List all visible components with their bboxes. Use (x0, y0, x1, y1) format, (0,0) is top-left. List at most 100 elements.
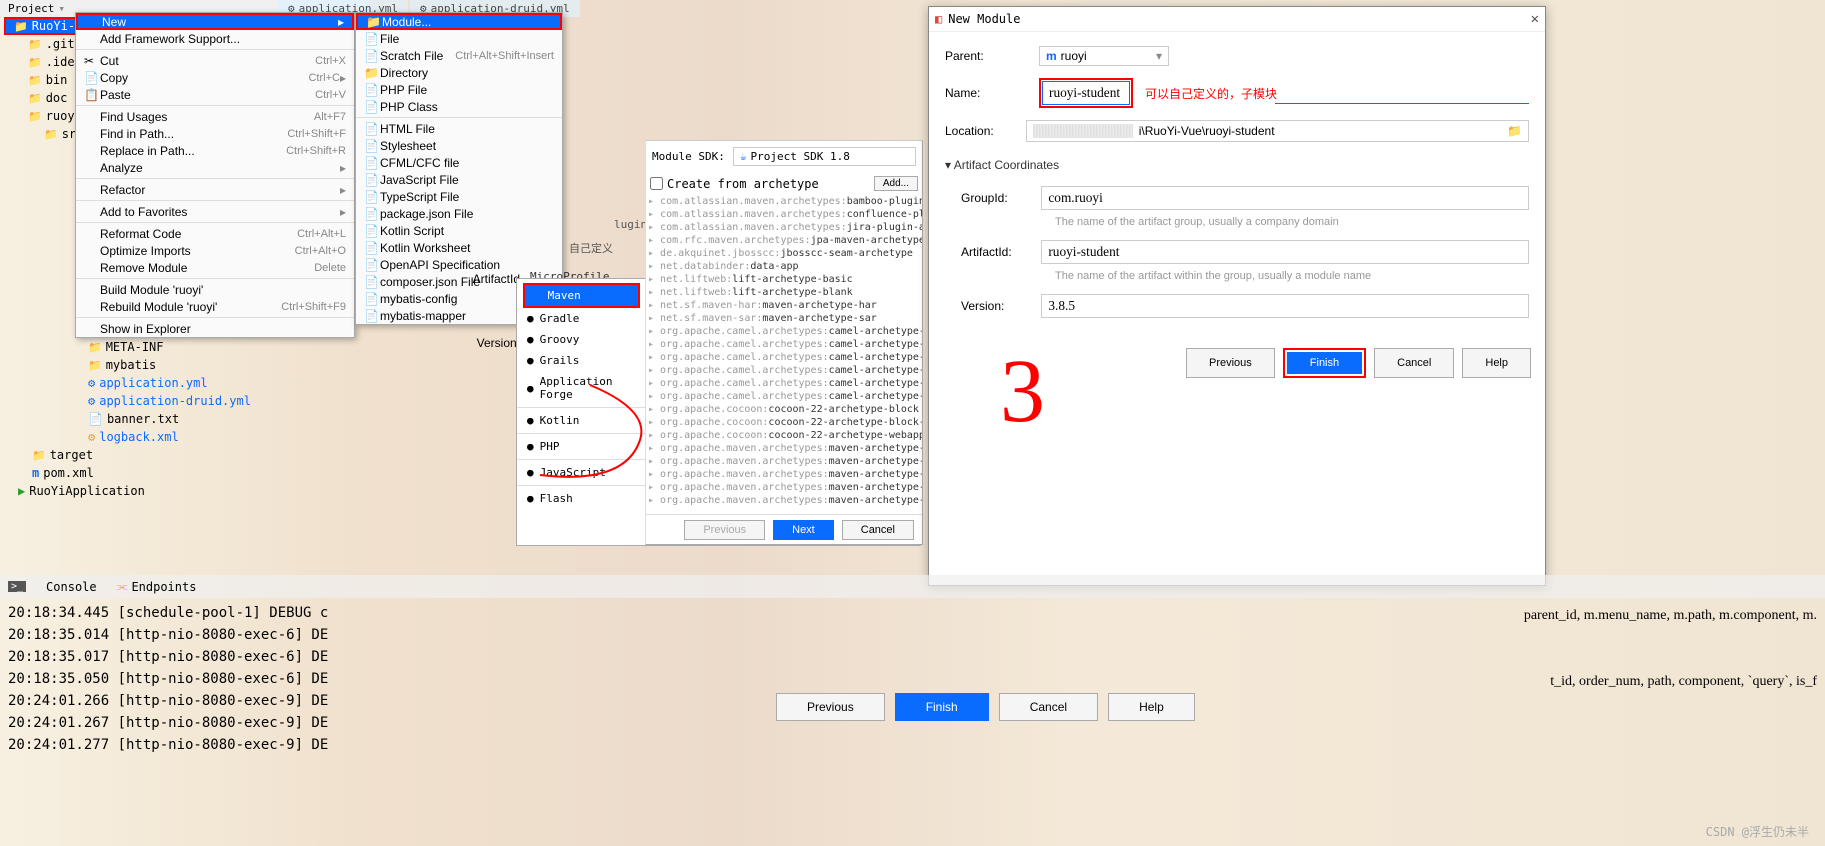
archetype-item[interactable]: ▸ org.apache.camel.archetypes:camel-arch… (646, 377, 922, 390)
version-input[interactable] (1041, 294, 1529, 318)
menu-item[interactable]: 📄File (356, 30, 562, 47)
archetype-list[interactable]: ▸ com.atlassian.maven.archetypes:bamboo-… (646, 195, 922, 507)
finish-button[interactable]: Finish (895, 693, 989, 721)
cancel-button[interactable]: Cancel (842, 520, 914, 540)
menu-item[interactable]: Add to Favorites▸ (76, 203, 354, 220)
add-archetype-button[interactable]: Add... (874, 176, 918, 191)
menu-item[interactable]: Add Framework Support... (76, 30, 354, 47)
tree-item[interactable]: mybatis (4, 356, 284, 374)
archetype-item[interactable]: ▸ org.apache.cocoon:cocoon-22-archetype-… (646, 429, 922, 442)
archetype-item[interactable]: ▸ net.liftweb:lift-archetype-basic (646, 273, 922, 286)
menu-item[interactable]: 📄PHP Class (356, 98, 562, 115)
menu-item[interactable]: 📄JavaScript File (356, 171, 562, 188)
menu-item[interactable]: 📄Scratch FileCtrl+Alt+Shift+Insert (356, 47, 562, 64)
help-button[interactable]: Help (1108, 693, 1195, 721)
location-field[interactable]: i\RuoYi-Vue\ruoyi-student 📁 (1026, 120, 1529, 142)
tree-item[interactable]: mpom.xml (4, 464, 284, 482)
tree-item[interactable]: ⚙logback.xml (4, 428, 284, 446)
menu-item[interactable]: Refactor▸ (76, 181, 354, 198)
tree-item[interactable]: ▶RuoYiApplication (4, 482, 284, 500)
groupid-input[interactable] (1041, 186, 1529, 210)
menu-item[interactable]: 📁Module... (356, 13, 562, 30)
endpoints-tab[interactable]: ⫘ Endpoints (117, 579, 197, 594)
cancel-button[interactable]: Cancel (1374, 348, 1454, 378)
module-type-item[interactable]: ● Flash (517, 488, 646, 509)
tree-label: doc (46, 91, 68, 105)
menu-item[interactable]: 📄PHP File (356, 81, 562, 98)
artifactid-input[interactable] (1041, 240, 1529, 264)
sdk-select[interactable]: ☕Project SDK 1.8 (733, 147, 916, 166)
menu-item[interactable]: Optimize ImportsCtrl+Alt+O (76, 242, 354, 259)
menu-item[interactable]: Reformat CodeCtrl+Alt+L (76, 225, 354, 242)
archetype-item[interactable]: ▸ net.databinder:data-app (646, 260, 922, 273)
menu-item[interactable]: Show in Explorer (76, 320, 354, 337)
close-icon[interactable]: ✕ (1531, 11, 1539, 27)
menu-item[interactable]: New▸ (76, 13, 354, 30)
menu-item[interactable]: 📄package.json File (356, 205, 562, 222)
menu-item[interactable]: 📋PasteCtrl+V (76, 86, 354, 103)
archetype-item[interactable]: ▸ net.sf.maven-sar:maven-archetype-sar (646, 312, 922, 325)
tree-item[interactable]: ⚙application-druid.yml (4, 392, 284, 410)
archetype-item[interactable]: ▸ com.atlassian.maven.archetypes:jira-pl… (646, 221, 922, 234)
module-type-item[interactable]: ● Groovy (517, 329, 646, 350)
module-type-item[interactable]: ● PHP (517, 436, 646, 457)
module-type-item[interactable]: ● JavaScript (517, 462, 646, 483)
previous-button[interactable]: Previous (1186, 348, 1275, 378)
help-button[interactable]: Help (1462, 348, 1531, 378)
menu-item[interactable]: Replace in Path...Ctrl+Shift+R (76, 142, 354, 159)
parent-select[interactable]: m ruoyi (1039, 46, 1169, 66)
menu-item[interactable]: 📄Kotlin Script (356, 222, 562, 239)
archetype-item[interactable]: ▸ org.apache.maven.archetypes:maven-arch… (646, 455, 922, 468)
menu-item[interactable]: Analyze▸ (76, 159, 354, 176)
archetype-item[interactable]: ▸ org.apache.camel.archetypes:camel-arch… (646, 338, 922, 351)
next-button[interactable]: Next (773, 520, 834, 540)
menu-item[interactable]: 📄Stylesheet (356, 137, 562, 154)
menu-item[interactable]: Find in Path...Ctrl+Shift+F (76, 125, 354, 142)
archetype-item[interactable]: ▸ net.liftweb:lift-archetype-blank (646, 286, 922, 299)
tree-item[interactable]: ⚙application.yml (4, 374, 284, 392)
browse-icon[interactable]: 📁 (1507, 124, 1522, 138)
archetype-item[interactable]: ▸ com.rfc.maven.archetypes:jpa-maven-arc… (646, 234, 922, 247)
menu-item[interactable]: 📄TypeScript File (356, 188, 562, 205)
module-type-item[interactable]: ● Application Forge (517, 371, 646, 405)
name-input[interactable] (1042, 81, 1130, 105)
menu-item[interactable]: 📁Directory (356, 64, 562, 81)
previous-button[interactable]: Previous (776, 693, 885, 721)
archetype-item[interactable]: ▸ de.akquinet.jbosscc:jbosscc-seam-arche… (646, 247, 922, 260)
module-type-item[interactable]: ● Grails (517, 350, 646, 371)
menu-item[interactable]: 📄CFML/CFC file (356, 154, 562, 171)
archetype-item[interactable]: ▸ org.apache.camel.archetypes:camel-arch… (646, 351, 922, 364)
menu-item[interactable]: Find UsagesAlt+F7 (76, 108, 354, 125)
archetype-item[interactable]: ▸ org.apache.cocoon:cocoon-22-archetype-… (646, 416, 922, 429)
archetype-item[interactable]: ▸ org.apache.camel.archetypes:camel-arch… (646, 364, 922, 377)
create-archetype-checkbox[interactable] (650, 177, 663, 190)
menu-item[interactable]: 📄CopyCtrl+C▸ (76, 69, 354, 86)
archetype-item[interactable]: ▸ org.apache.maven.archetypes:maven-arch… (646, 442, 922, 455)
module-type-item[interactable]: ● Gradle (517, 308, 646, 329)
tree-item[interactable]: 📄banner.txt (4, 410, 284, 428)
archetype-item[interactable]: ▸ org.apache.maven.archetypes:maven-arch… (646, 468, 922, 481)
archetype-item[interactable]: ▸ org.apache.camel.archetypes:camel-arch… (646, 390, 922, 403)
console-tab[interactable]: Console (46, 580, 97, 594)
menu-item[interactable]: 📄Kotlin Worksheet (356, 239, 562, 256)
menu-item[interactable]: ✂CutCtrl+X (76, 52, 354, 69)
cancel-button[interactable]: Cancel (999, 693, 1098, 721)
tree-item[interactable]: target (4, 446, 284, 464)
module-type-item[interactable]: ● Kotlin (517, 410, 646, 431)
archetype-item[interactable]: ▸ net.sf.maven-har:maven-archetype-har (646, 299, 922, 312)
section-toggle[interactable]: ▾ Artifact Coordinates (945, 154, 1529, 176)
archetype-item[interactable]: ▸ org.apache.maven.archetypes:maven-arch… (646, 481, 922, 494)
menu-item[interactable]: Remove ModuleDelete (76, 259, 354, 276)
finish-button[interactable]: Finish (1287, 352, 1362, 374)
archetype-item[interactable]: ▸ org.apache.maven.archetypes:maven-arch… (646, 494, 922, 507)
menu-item[interactable]: Build Module 'ruoyi' (76, 281, 354, 298)
tree-item[interactable]: META-INF (4, 338, 284, 356)
menu-item[interactable]: 📄HTML File (356, 120, 562, 137)
menu-item[interactable]: Rebuild Module 'ruoyi'Ctrl+Shift+F9 (76, 298, 354, 315)
archetype-item[interactable]: ▸ org.apache.cocoon:cocoon-22-archetype-… (646, 403, 922, 416)
archetype-item[interactable]: ▸ com.atlassian.maven.archetypes:bamboo-… (646, 195, 922, 208)
archetype-item[interactable]: ▸ org.apache.camel.archetypes:camel-arch… (646, 325, 922, 338)
archetype-item[interactable]: ▸ com.atlassian.maven.archetypes:conflue… (646, 208, 922, 221)
module-type-item[interactable]: m Maven (525, 285, 638, 306)
artifact-label: ArtifactId (380, 272, 520, 286)
